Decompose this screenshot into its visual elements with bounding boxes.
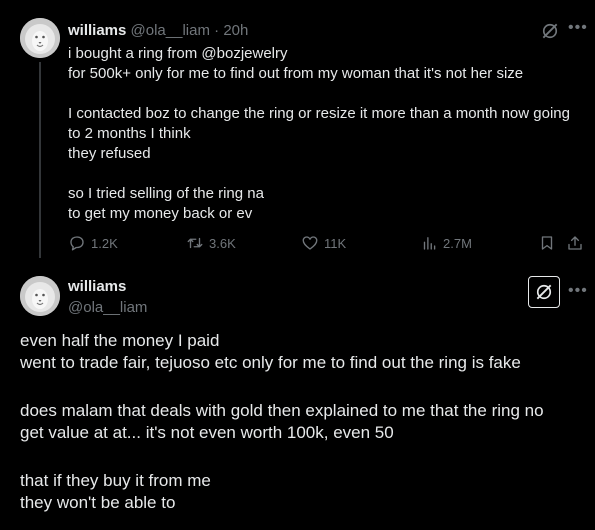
user-handle[interactable]: @ola__liam — [68, 299, 147, 316]
tweet-line: I contacted boz to change the ring or re… — [68, 105, 570, 122]
thread-connector-line — [39, 62, 41, 258]
grok-button[interactable] — [528, 276, 560, 308]
view-count: 2.7M — [443, 235, 472, 251]
display-name[interactable]: williams — [68, 22, 126, 39]
tweet-line: does malam that deals with gold then exp… — [20, 401, 544, 420]
tweet-1[interactable]: williams @ola__liam · 20h ••• i bought a… — [0, 0, 595, 262]
tweet-line: they refused — [68, 145, 151, 162]
display-name[interactable]: williams — [68, 278, 126, 295]
grok-icon — [536, 284, 552, 300]
heart-icon — [302, 236, 318, 250]
tweet-line: i bought a ring from @bozjewelry — [68, 45, 288, 62]
tweet-header: williams @ola__liam · 20h — [68, 22, 248, 39]
repost-button[interactable]: 3.6K — [186, 234, 236, 252]
avatar[interactable] — [20, 18, 60, 58]
tweet-line: they won't be able to — [20, 493, 176, 512]
more-horizontal-icon[interactable]: ••• — [568, 282, 588, 300]
reply-button[interactable]: 1.2K — [68, 234, 118, 252]
lion-avatar-image — [20, 18, 60, 58]
tweet-text: i bought a ring from @bozjewelry for 500… — [68, 44, 588, 224]
tweet-text: even half the money I paid went to trade… — [20, 330, 590, 514]
repost-icon — [187, 237, 203, 249]
tweet-line: went to trade fair, tejuoso etc only for… — [20, 353, 521, 372]
action-bar: 1.2K 3.6K 11K 2.7M — [68, 232, 588, 254]
tweet-line: to get my money back or ev — [68, 205, 253, 222]
grok-icon[interactable] — [540, 21, 560, 41]
user-handle[interactable]: @ola__liam — [131, 22, 210, 39]
reply-icon — [70, 236, 84, 251]
reply-count: 1.2K — [91, 235, 118, 251]
tweet-2[interactable]: williams @ola__liam ••• even half the mo… — [0, 262, 595, 530]
views-button[interactable]: 2.7M — [420, 234, 472, 252]
like-button[interactable]: 11K — [301, 234, 346, 252]
tweet-line: to 2 months I think — [68, 125, 191, 142]
avatar[interactable] — [20, 276, 60, 316]
tweet-line: that if they buy it from me — [20, 471, 211, 490]
timestamp[interactable]: 20h — [223, 22, 248, 39]
tweet-line: for 500k+ only for me to find out from m… — [68, 65, 524, 82]
bookmark-icon — [541, 236, 553, 250]
tweet-line: even half the money I paid — [20, 331, 220, 350]
views-icon — [423, 237, 436, 250]
bookmark-button[interactable] — [538, 234, 556, 252]
separator-dot: · — [214, 22, 220, 39]
share-icon — [568, 236, 582, 250]
tweet-line: get value at at... it's not even worth 1… — [20, 423, 394, 442]
like-count: 11K — [324, 235, 347, 251]
lion-avatar-image — [20, 276, 60, 316]
repost-count: 3.6K — [209, 235, 236, 251]
share-button[interactable] — [566, 234, 584, 252]
more-horizontal-icon[interactable]: ••• — [568, 19, 588, 37]
tweet-line: so I tried selling of the ring na — [68, 185, 264, 202]
